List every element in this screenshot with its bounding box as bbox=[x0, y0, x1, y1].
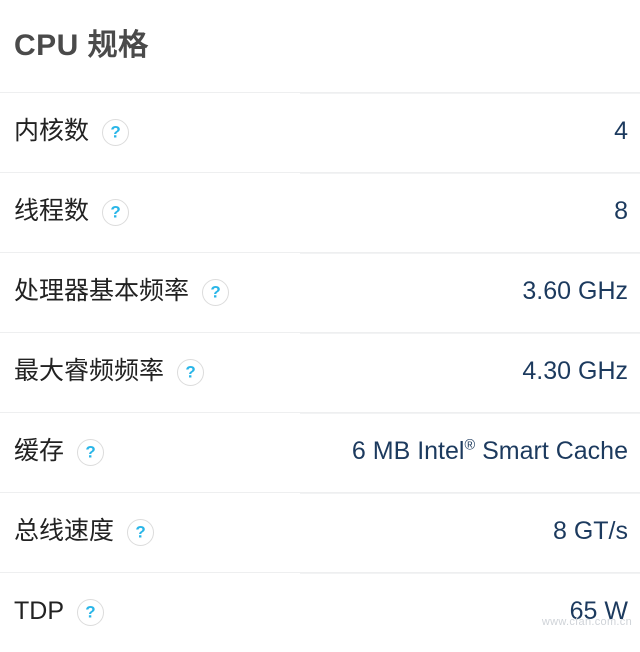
table-row: 处理器基本频率? 3.60 GHz bbox=[0, 252, 640, 332]
panel-header: CPU 规格 bbox=[0, 0, 640, 92]
help-icon[interactable]: ? bbox=[102, 198, 130, 226]
table-row: 最大睿频频率? 4.30 GHz bbox=[0, 332, 640, 412]
spec-value: 4 bbox=[614, 117, 628, 146]
row-label-group: TDP? bbox=[14, 598, 104, 626]
table-row: 总线速度? 8 GT/s bbox=[0, 492, 640, 572]
spec-label: 线程数 bbox=[14, 197, 90, 226]
spec-label: TDP bbox=[14, 597, 64, 626]
spec-value: 3.60 GHz bbox=[522, 277, 628, 306]
row-label-group: 内核数? bbox=[14, 117, 130, 146]
spec-value: 65 W bbox=[569, 597, 628, 626]
help-icon-glyph: ? bbox=[135, 522, 146, 541]
spec-value: 6 MB Intel® Smart Cache bbox=[351, 437, 628, 466]
table-row: 线程数? 8 bbox=[0, 172, 640, 252]
help-icon-glyph: ? bbox=[110, 122, 121, 141]
spec-value: 4.30 GHz bbox=[522, 357, 628, 386]
help-icon-glyph: ? bbox=[185, 362, 196, 381]
spec-table: 内核数? 4 线程数? 8 处理器基本频率? 3.60 GHz 最大睿频频率? 4.30 GH… bbox=[0, 92, 640, 652]
help-icon[interactable]: ? bbox=[127, 518, 155, 546]
spec-value: 8 GT/s bbox=[552, 517, 628, 546]
table-row: 缓存? 6 MB Intel® Smart Cache bbox=[0, 412, 640, 492]
spec-label: 处理器基本频率 bbox=[14, 277, 190, 306]
row-label-group: 线程数? bbox=[14, 197, 130, 226]
spec-label: 缓存 bbox=[14, 437, 65, 466]
help-icon[interactable]: ? bbox=[77, 438, 105, 466]
help-icon-glyph: ? bbox=[85, 602, 96, 621]
help-icon[interactable]: ? bbox=[202, 278, 230, 306]
table-row: TDP? 65 W bbox=[0, 572, 640, 652]
help-icon-glyph: ? bbox=[210, 282, 221, 301]
spec-label: 总线速度 bbox=[14, 517, 115, 546]
help-icon-glyph: ? bbox=[85, 442, 96, 461]
row-label-group: 缓存? bbox=[14, 437, 105, 466]
help-icon[interactable]: ? bbox=[102, 118, 130, 146]
spec-value: 8 bbox=[614, 197, 628, 226]
page-title: CPU 规格 bbox=[14, 29, 149, 62]
row-label-group: 总线速度? bbox=[14, 517, 155, 546]
help-icon-glyph: ? bbox=[110, 202, 121, 221]
spec-label: 最大睿频频率 bbox=[14, 357, 165, 386]
table-row: 内核数? 4 bbox=[0, 92, 640, 172]
cpu-spec-panel: CPU 规格 内核数? 4 线程数? 8 处理器基本频率? 3.60 GHz 最大睿频频率?… bbox=[0, 0, 640, 652]
row-label-group: 最大睿频频率? bbox=[14, 357, 205, 386]
help-icon[interactable]: ? bbox=[77, 598, 104, 626]
row-label-group: 处理器基本频率? bbox=[14, 277, 230, 306]
spec-label: 内核数 bbox=[14, 117, 90, 146]
help-icon[interactable]: ? bbox=[177, 358, 205, 386]
